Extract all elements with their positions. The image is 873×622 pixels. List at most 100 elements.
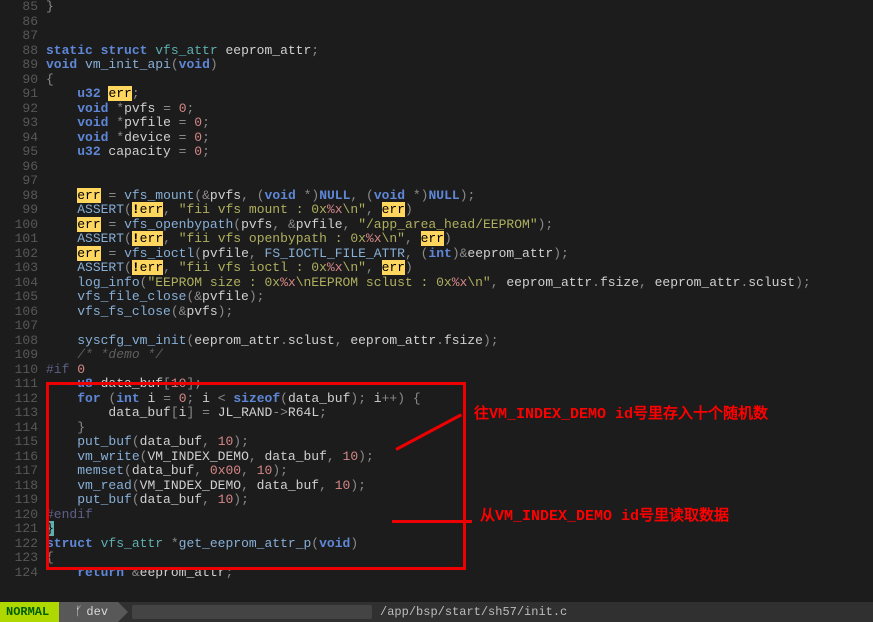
line-number: 95 [0, 145, 46, 160]
code-content[interactable]: vfs_file_close(&pvfile); [46, 290, 873, 305]
code-line[interactable]: 97 [0, 174, 873, 189]
code-content[interactable]: u8 data_buf[10]; [46, 377, 873, 392]
code-content[interactable]: { [46, 551, 873, 566]
line-number: 90 [0, 73, 46, 88]
code-line[interactable]: 95 u32 capacity = 0; [0, 145, 873, 160]
code-line[interactable]: 100 err = vfs_openbypath(pvfs, &pvfile, … [0, 218, 873, 233]
line-number: 107 [0, 319, 46, 334]
code-line[interactable]: 103 ASSERT(!err, "fii vfs ioctl : 0x%x\n… [0, 261, 873, 276]
git-branch: ᚶ dev [59, 602, 118, 622]
code-content[interactable]: memset(data_buf, 0x00, 10); [46, 464, 873, 479]
line-number: 93 [0, 116, 46, 131]
code-content[interactable]: u32 capacity = 0; [46, 145, 873, 160]
line-number: 122 [0, 537, 46, 552]
code-content[interactable]: { [46, 73, 873, 88]
code-content[interactable]: return &eeprom_attr; [46, 566, 873, 581]
code-line[interactable]: 94 void *device = 0; [0, 131, 873, 146]
code-line[interactable]: 86 [0, 15, 873, 30]
code-line[interactable]: 110#if 0 [0, 363, 873, 378]
line-number: 87 [0, 29, 46, 44]
line-number: 120 [0, 508, 46, 523]
code-line[interactable]: 87 [0, 29, 873, 44]
code-line[interactable]: 98 err = vfs_mount(&pvfs, (void *)NULL, … [0, 189, 873, 204]
code-content[interactable]: static struct vfs_attr eeprom_attr; [46, 44, 873, 59]
code-line[interactable]: 117 memset(data_buf, 0x00, 10); [0, 464, 873, 479]
code-line[interactable]: 121} [0, 522, 873, 537]
code-content[interactable]: vfs_fs_close(&pvfs); [46, 305, 873, 320]
code-line[interactable]: 108 syscfg_vm_init(eeprom_attr.sclust, e… [0, 334, 873, 349]
code-line[interactable]: 112 for (int i = 0; i < sizeof(data_buf)… [0, 392, 873, 407]
code-line[interactable]: 102 err = vfs_ioctl(pvfile, FS_IOCTL_FIL… [0, 247, 873, 262]
code-line[interactable]: 122struct vfs_attr *get_eeprom_attr_p(vo… [0, 537, 873, 552]
line-number: 100 [0, 218, 46, 233]
code-content[interactable]: err = vfs_openbypath(pvfs, &pvfile, "/ap… [46, 218, 873, 233]
vim-mode-label: NORMAL [6, 605, 49, 620]
line-number: 102 [0, 247, 46, 262]
code-content[interactable]: err = vfs_mount(&pvfs, (void *)NULL, (vo… [46, 189, 873, 204]
obscured-segment [132, 605, 372, 619]
line-number: 119 [0, 493, 46, 508]
line-number: 115 [0, 435, 46, 450]
code-line[interactable]: 107 [0, 319, 873, 334]
line-number: 114 [0, 421, 46, 436]
code-content[interactable]: log_info("EEPROM size : 0x%x\nEEPROM scl… [46, 276, 873, 291]
code-content[interactable]: put_buf(data_buf, 10); [46, 493, 873, 508]
annotation-arrow-bottom [392, 520, 472, 523]
status-bar: NORMAL ᚶ dev /app/bsp/start/sh57/init.c [0, 602, 873, 622]
line-number: 113 [0, 406, 46, 421]
code-content[interactable]: vm_read(VM_INDEX_DEMO, data_buf, 10); [46, 479, 873, 494]
code-line[interactable]: 99 ASSERT(!err, "fii vfs mount : 0x%x\n"… [0, 203, 873, 218]
code-line[interactable]: 111 u8 data_buf[10]; [0, 377, 873, 392]
code-line[interactable]: 116 vm_write(VM_INDEX_DEMO, data_buf, 10… [0, 450, 873, 465]
code-line[interactable]: 119 put_buf(data_buf, 10); [0, 493, 873, 508]
code-content[interactable]: ASSERT(!err, "fii vfs ioctl : 0x%x\n", e… [46, 261, 873, 276]
line-number: 88 [0, 44, 46, 59]
code-content[interactable]: /* *demo */ [46, 348, 873, 363]
code-line[interactable]: 104 log_info("EEPROM size : 0x%x\nEEPROM… [0, 276, 873, 291]
code-line[interactable]: 109 /* *demo */ [0, 348, 873, 363]
code-content[interactable]: } [46, 522, 873, 537]
code-line[interactable]: 91 u32 err; [0, 87, 873, 102]
code-line[interactable]: 89void vm_init_api(void) [0, 58, 873, 73]
code-line[interactable]: 93 void *pvfile = 0; [0, 116, 873, 131]
code-content[interactable]: vm_write(VM_INDEX_DEMO, data_buf, 10); [46, 450, 873, 465]
code-line[interactable]: 106 vfs_fs_close(&pvfs); [0, 305, 873, 320]
code-line[interactable]: 105 vfs_file_close(&pvfile); [0, 290, 873, 305]
line-number: 117 [0, 464, 46, 479]
code-content[interactable]: ASSERT(!err, "fii vfs openbypath : 0x%x\… [46, 232, 873, 247]
code-content[interactable]: void vm_init_api(void) [46, 58, 873, 73]
code-line[interactable]: 85} [0, 0, 873, 15]
code-content[interactable]: put_buf(data_buf, 10); [46, 435, 873, 450]
code-line[interactable]: 118 vm_read(VM_INDEX_DEMO, data_buf, 10)… [0, 479, 873, 494]
code-content[interactable]: } [46, 0, 873, 15]
code-editor[interactable]: 85}868788static struct vfs_attr eeprom_a… [0, 0, 873, 580]
code-content[interactable]: #if 0 [46, 363, 873, 378]
code-content[interactable]: u32 err; [46, 87, 873, 102]
code-line[interactable]: 101 ASSERT(!err, "fii vfs openbypath : 0… [0, 232, 873, 247]
code-content[interactable]: void *pvfile = 0; [46, 116, 873, 131]
branch-icon: ᚶ [75, 605, 82, 620]
code-line[interactable]: 88static struct vfs_attr eeprom_attr; [0, 44, 873, 59]
code-content[interactable]: void *pvfs = 0; [46, 102, 873, 117]
code-content[interactable]: void *device = 0; [46, 131, 873, 146]
code-line[interactable]: 92 void *pvfs = 0; [0, 102, 873, 117]
branch-name: dev [86, 605, 108, 620]
code-line[interactable]: 123{ [0, 551, 873, 566]
line-number: 123 [0, 551, 46, 566]
code-line[interactable]: 124 return &eeprom_attr; [0, 566, 873, 581]
line-number: 112 [0, 392, 46, 407]
line-number: 99 [0, 203, 46, 218]
line-number: 110 [0, 363, 46, 378]
annotation-label: 从VM_INDEX_DEMO id号里读取数据 [480, 510, 729, 525]
code-content[interactable]: err = vfs_ioctl(pvfile, FS_IOCTL_FILE_AT… [46, 247, 873, 262]
vim-mode: NORMAL [0, 602, 59, 622]
code-content[interactable]: syscfg_vm_init(eeprom_attr.sclust, eepro… [46, 334, 873, 349]
code-content[interactable]: ASSERT(!err, "fii vfs mount : 0x%x\n", e… [46, 203, 873, 218]
code-line[interactable]: 90{ [0, 73, 873, 88]
line-number: 109 [0, 348, 46, 363]
code-line[interactable]: 115 put_buf(data_buf, 10); [0, 435, 873, 450]
code-content[interactable]: struct vfs_attr *get_eeprom_attr_p(void) [46, 537, 873, 552]
code-content[interactable]: for (int i = 0; i < sizeof(data_buf); i+… [46, 392, 873, 407]
line-number: 98 [0, 189, 46, 204]
code-line[interactable]: 96 [0, 160, 873, 175]
